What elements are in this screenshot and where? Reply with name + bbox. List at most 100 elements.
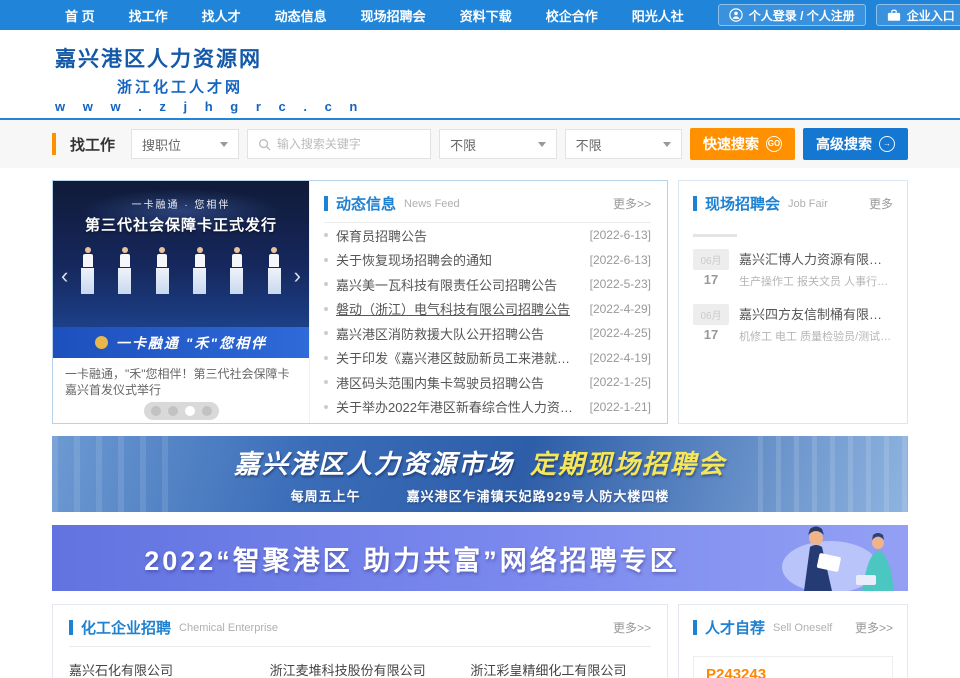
site-url: w w w . z j h g r c . c n xyxy=(55,99,960,114)
carousel-dot[interactable] xyxy=(202,406,212,416)
news-feed-panel: 动态信息 News Feed 更多>> 保育员招聘公告 [2022-6-13] … xyxy=(309,181,667,423)
person-figure xyxy=(193,247,206,294)
job-fair-day: 17 xyxy=(693,272,729,287)
company-cell: 浙江彩皇精细化工有限公司 普工（制造科） 营业担当 xyxy=(470,660,651,678)
job-fair-more-link[interactable]: 更多 xyxy=(869,195,893,212)
nav-item-find-job[interactable]: 找工作 xyxy=(129,6,168,25)
carousel-next-button[interactable]: › xyxy=(290,263,305,289)
news-more-link[interactable]: 更多>> xyxy=(613,195,651,212)
job-fair-banner[interactable]: 嘉兴港区人力资源市场定期现场招聘会 每周五上午 嘉兴港区乍浦镇天妃路929号人防… xyxy=(52,436,908,512)
person-figure xyxy=(268,247,281,294)
nav-item-school-cooperation[interactable]: 校企合作 xyxy=(546,6,598,25)
enterprise-entrance-button[interactable]: 企业入口 xyxy=(876,4,960,26)
carousel-slide[interactable]: 一卡融通 · 您相伴 第三代社会保障卡正式发行 一卡融通 "禾"您相伴 xyxy=(53,181,309,358)
news-link[interactable]: 嘉兴港区消防救援大队公开招聘公告 xyxy=(336,324,582,343)
personal-login-button[interactable]: 个人登录 / 个人注册 xyxy=(718,4,866,26)
job-fair-date-badge: 06月 17 xyxy=(693,304,729,344)
bullet-icon xyxy=(324,356,328,360)
carousel-dot-active[interactable] xyxy=(185,406,195,416)
briefcase-icon xyxy=(887,9,901,22)
search-category-value: 搜职位 xyxy=(142,135,181,154)
site-logo[interactable]: 嘉兴港区人力资源网 浙江化工人才网 w w w . z j h g r c . … xyxy=(55,43,960,114)
bullet-icon xyxy=(324,331,328,335)
advanced-search-button[interactable]: 高级搜索 → xyxy=(803,128,908,160)
job-fair-subtitle: Job Fair xyxy=(788,198,828,210)
job-fair-positions: 机修工 电工 质量检验员/测试员 叉车... xyxy=(739,328,893,344)
banner1-title: 嘉兴港区人力资源市场定期现场招聘会 xyxy=(234,444,726,481)
news-link[interactable]: 港区码头范围内集卡驾驶员招聘公告 xyxy=(336,373,582,392)
carousel-dots xyxy=(144,402,219,420)
bullet-icon xyxy=(324,233,328,237)
company-cell: 浙江麦堆科技股份有限公司 销售专员 会计 土建主管 xyxy=(270,660,451,678)
search-section-label: 找工作 xyxy=(70,134,115,155)
news-date: [2022-1-21] xyxy=(590,400,651,414)
news-link[interactable]: 保育员招聘公告 xyxy=(336,226,582,245)
job-fair-title: 现场招聘会 xyxy=(705,193,780,214)
slide-bottom-banner: 一卡融通 "禾"您相伴 xyxy=(53,327,309,358)
job-fair-header: 现场招聘会 Job Fair 更多 xyxy=(693,191,893,222)
talent-card[interactable]: P243243 男 ｜ 嘉兴市->嘉兴港区 ｜ 八年以上 xyxy=(693,656,893,678)
nav-actions: 个人登录 / 个人注册 企业入口 xyxy=(718,4,960,26)
nav-item-news[interactable]: 动态信息 xyxy=(275,6,327,25)
carousel-dot[interactable] xyxy=(151,406,161,416)
company-link[interactable]: 嘉兴石化有限公司 xyxy=(69,660,250,678)
talent-panel: 人才自荐 Sell Oneself 更多>> P243243 男 ｜ 嘉兴市->… xyxy=(678,604,908,678)
site-header: 嘉兴港区人力资源网 浙江化工人才网 w w w . z j h g r c . … xyxy=(0,30,960,118)
company-link[interactable]: 浙江麦堆科技股份有限公司 xyxy=(270,660,451,678)
nav-item-sunshine-hr[interactable]: 阳光人社 xyxy=(632,6,684,25)
nav-item-job-fair[interactable]: 现场招聘会 xyxy=(361,6,426,25)
news-link[interactable]: 嘉兴美一瓦科技有限责任公司招聘公告 xyxy=(336,275,582,294)
job-fair-company-link[interactable]: 嘉兴汇博人力资源有限公司 xyxy=(739,249,893,268)
talent-title: 人才自荐 xyxy=(705,617,765,638)
advanced-search-label: 高级搜索 xyxy=(816,134,872,154)
quick-search-button[interactable]: 快速搜索 GO xyxy=(690,128,795,160)
filter-2-value: 不限 xyxy=(576,135,602,154)
accent-bar xyxy=(52,133,56,155)
job-fair-row: 06月 17 嘉兴汇博人力资源有限公司 生产操作工 报关文员 人事行政助理... xyxy=(693,249,893,289)
news-date: [2022-4-25] xyxy=(590,326,651,340)
carousel: 一卡融通 · 您相伴 第三代社会保障卡正式发行 一卡融通 "禾"您相伴 xyxy=(53,181,309,423)
nav-item-home[interactable]: 首 页 xyxy=(65,6,95,25)
news-link[interactable]: 关于印发《嘉兴港区鼓励新员工来港就业补助操作... xyxy=(336,348,582,367)
chevron-down-icon xyxy=(538,142,546,147)
filter-select-2[interactable]: 不限 xyxy=(565,129,682,159)
job-fair-positions: 生产操作工 报关文员 人事行政助理... xyxy=(739,273,893,289)
person-figure xyxy=(118,247,131,294)
chevron-down-icon xyxy=(663,142,671,147)
banner1-time: 每周五上午 xyxy=(291,486,361,505)
filter-select-1[interactable]: 不限 xyxy=(439,129,556,159)
job-fair-info: 嘉兴四方友信制桶有限公司 机修工 电工 质量检验员/测试员 叉车... xyxy=(739,304,893,344)
slide-title: 第三代社会保障卡正式发行 xyxy=(85,214,277,235)
news-date: [2022-5-23] xyxy=(590,277,651,291)
chemical-more-link[interactable]: 更多>> xyxy=(613,619,651,636)
slide-bottom-text: 一卡融通 "禾"您相伴 xyxy=(116,333,267,353)
personal-login-label: 个人登录 / 个人注册 xyxy=(749,7,855,24)
keyword-search-input[interactable] xyxy=(277,137,420,151)
news-link-hovered[interactable]: 磐动（浙江）电气科技有限公司招聘公告 xyxy=(336,299,582,318)
news-link[interactable]: 关于举办2022年港区新春综合性人力资源暨春风... xyxy=(336,397,582,416)
banner1-title-yellow: 定期现场招聘会 xyxy=(530,449,726,479)
online-recruitment-banner[interactable]: 2022“智聚港区 助力共富”网络招聘专区 xyxy=(52,525,908,591)
news-feed-title: 动态信息 xyxy=(336,193,396,214)
carousel-dot[interactable] xyxy=(168,406,178,416)
row-enterprises: 化工企业招聘 Chemical Enterprise 更多>> 嘉兴石化有限公司… xyxy=(52,604,908,678)
search-category-select[interactable]: 搜职位 xyxy=(131,129,239,159)
carousel-prev-button[interactable]: ‹ xyxy=(57,263,72,289)
job-fair-panel: 现场招聘会 Job Fair 更多 06月 17 嘉兴汇博人力资源有限公司 生产… xyxy=(678,180,908,424)
talent-more-link[interactable]: 更多>> xyxy=(855,619,893,636)
user-icon xyxy=(729,8,743,22)
site-subtitle: 浙江化工人才网 xyxy=(55,76,960,97)
company-link[interactable]: 浙江彩皇精细化工有限公司 xyxy=(470,660,651,678)
talent-id-link[interactable]: P243243 xyxy=(706,666,880,678)
carousel-caption[interactable]: 一卡融通，"禾"您相伴！第三代社会保障卡嘉兴首发仪式举行 xyxy=(53,358,309,398)
news-row: 关于恢复现场招聘会的通知 [2022-6-13] xyxy=(324,248,651,273)
job-fair-company-link[interactable]: 嘉兴四方友信制桶有限公司 xyxy=(739,304,893,323)
nav-item-find-talent[interactable]: 找人才 xyxy=(202,6,241,25)
news-link[interactable]: 关于恢复现场招聘会的通知 xyxy=(336,250,582,269)
job-fair-month: 06月 xyxy=(693,304,729,325)
news-carousel-box: 一卡融通 · 您相伴 第三代社会保障卡正式发行 一卡融通 "禾"您相伴 xyxy=(52,180,668,424)
search-icon xyxy=(258,138,271,151)
news-date: [2022-6-13] xyxy=(590,253,651,267)
stage-people-illustration xyxy=(53,247,309,294)
nav-item-downloads[interactable]: 资料下载 xyxy=(460,6,512,25)
